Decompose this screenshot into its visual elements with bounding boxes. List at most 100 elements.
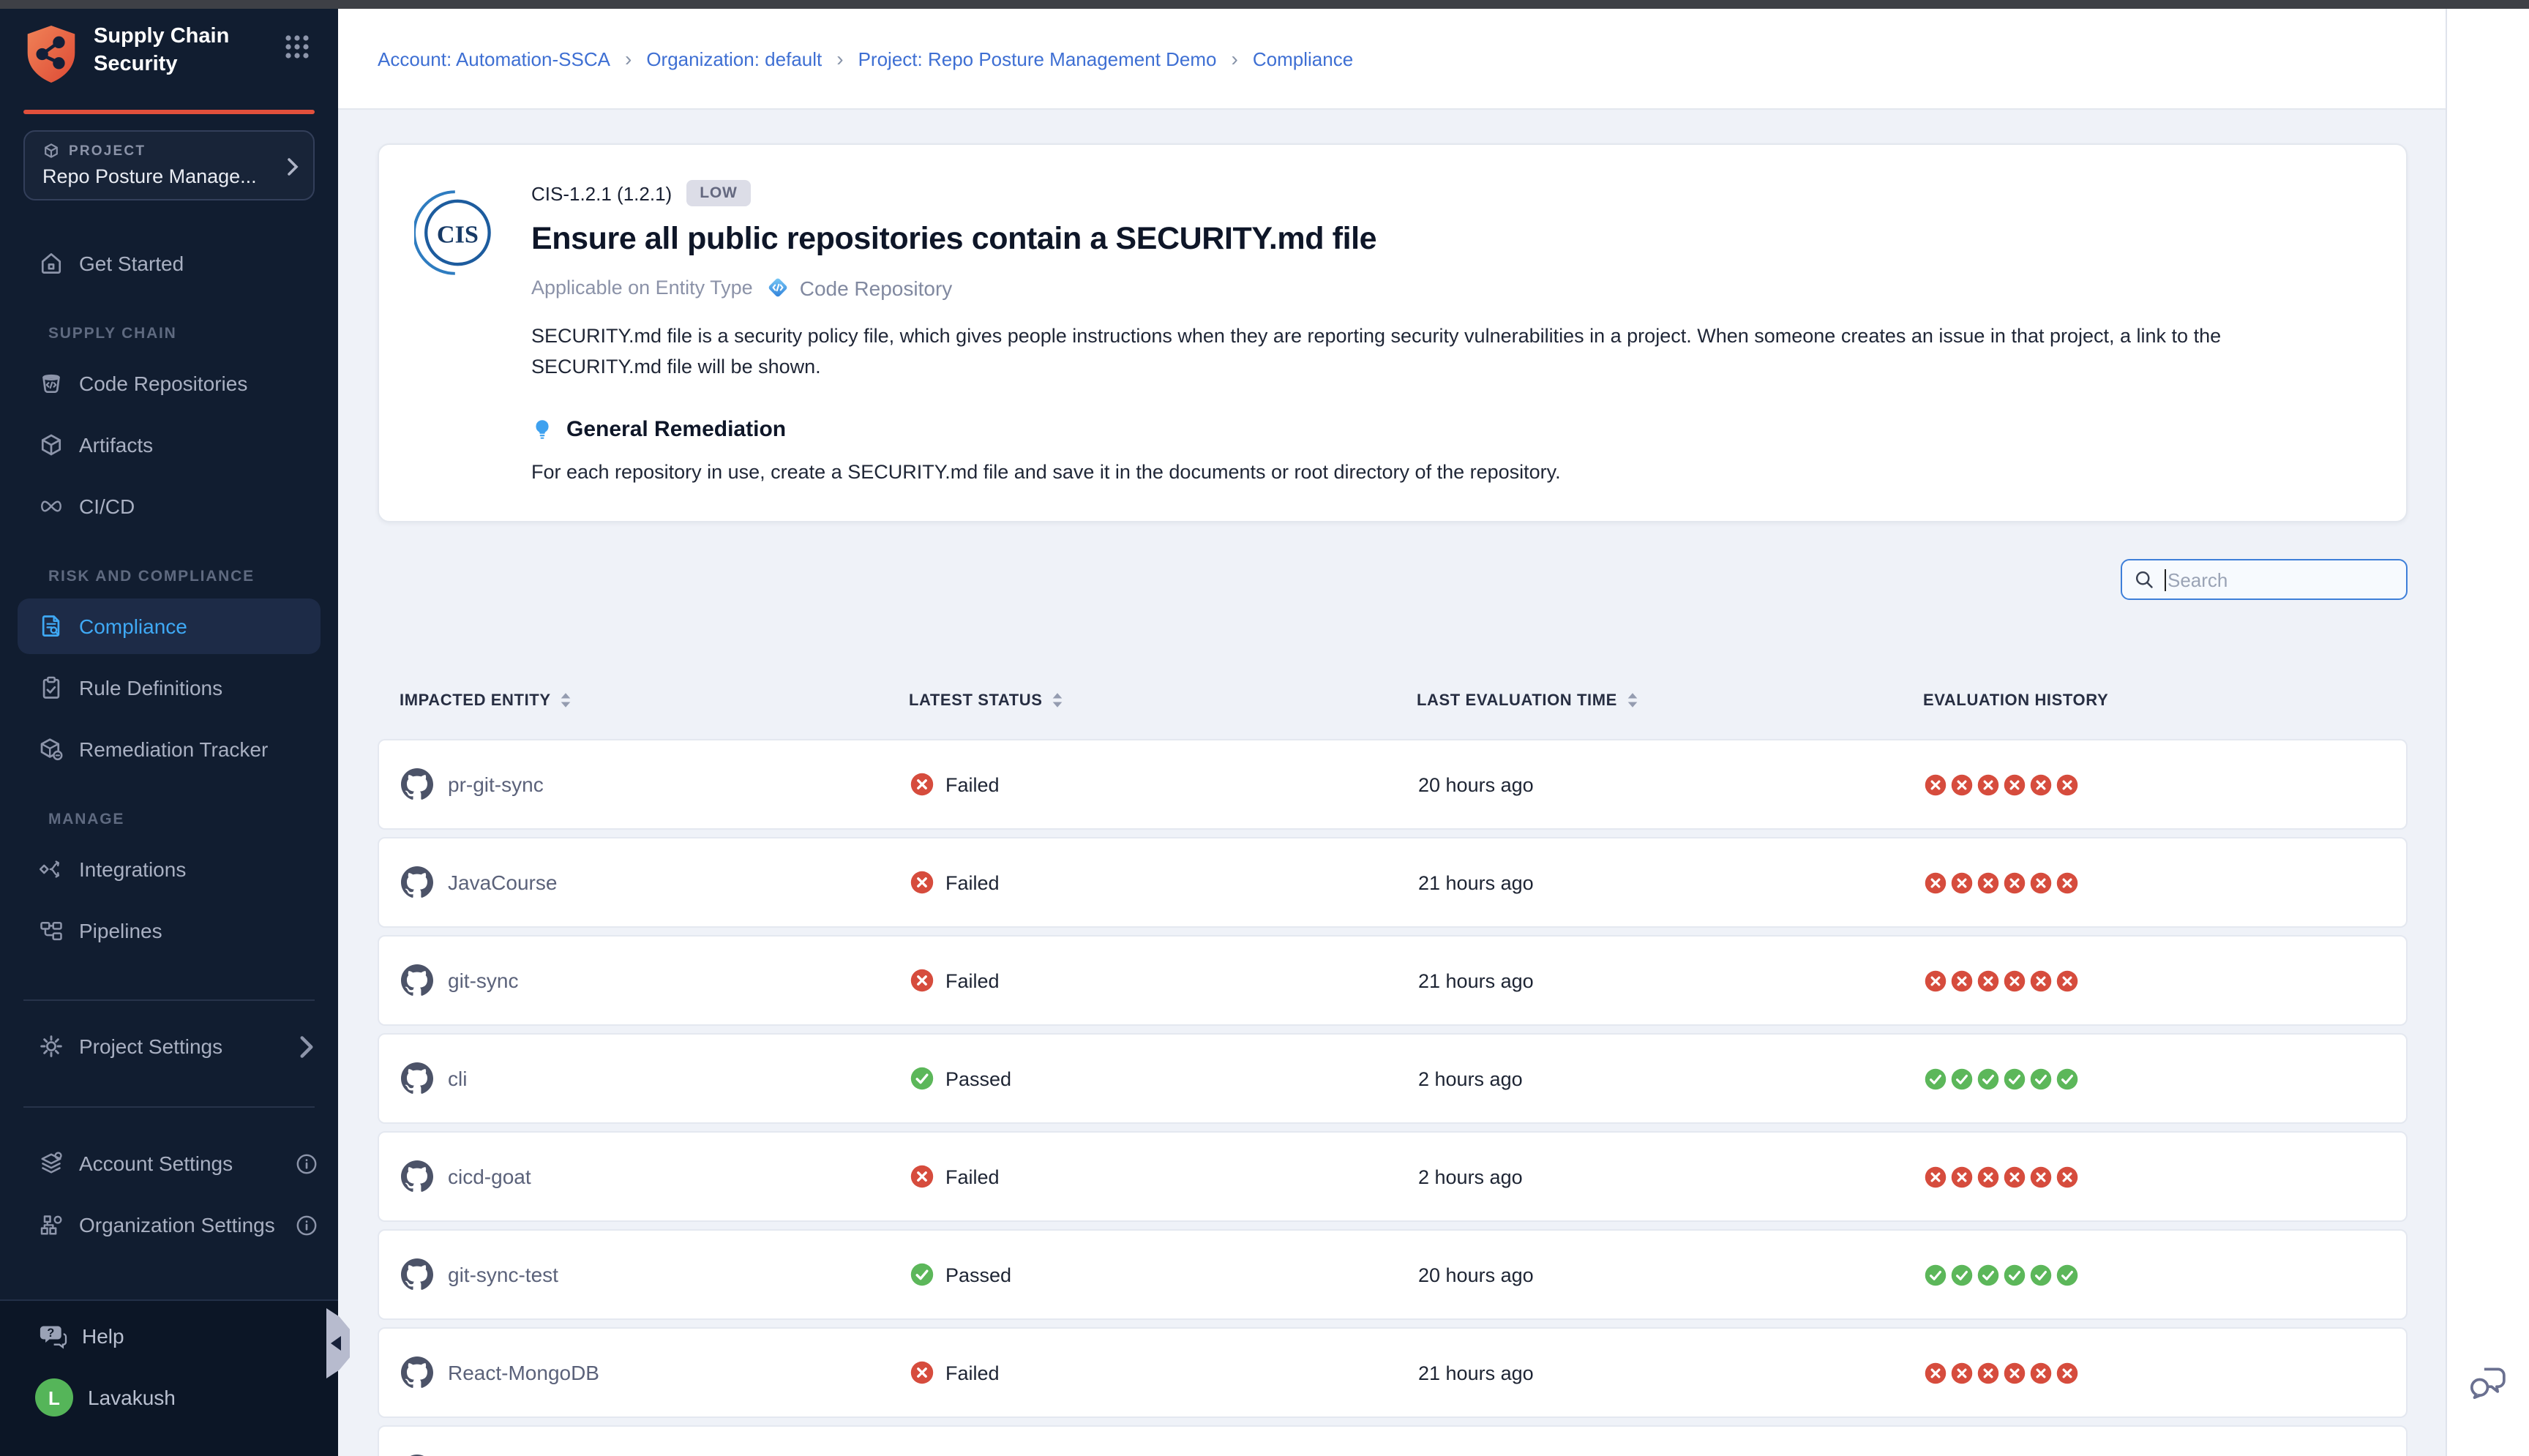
history-fail-icon [1925, 871, 1947, 893]
info-icon[interactable] [296, 1152, 318, 1174]
table-row[interactable]: Passed [378, 1425, 2408, 1456]
column-header-last-evaluation-time[interactable]: LAST EVALUATION TIME [1417, 691, 1923, 710]
cis-logo-text: CIS [437, 222, 479, 249]
status-cell: Failed [910, 871, 1418, 894]
history-fail-icon [2004, 969, 2026, 991]
column-header-impacted-entity[interactable]: IMPACTED ENTITY [400, 691, 909, 710]
app-grid-icon[interactable] [282, 32, 312, 61]
passed-icon [910, 1263, 934, 1286]
table-row[interactable]: cliPassed2 hours ago [378, 1033, 2408, 1124]
sidebar: Supply Chain Security [0, 0, 338, 1456]
project-name: Repo Posture Manage... [42, 165, 278, 187]
nav-section-label: MANAGE [0, 809, 338, 830]
github-icon [401, 964, 433, 997]
content-area: CIS CIS-1.2.1 (1.2.1) LOW Ensure all pub… [338, 110, 2447, 1456]
evaluation-time: 2 hours ago [1418, 1067, 1925, 1089]
table-row[interactable]: git-syncFailed21 hours ago [378, 935, 2408, 1026]
entity-name[interactable]: cicd-goat [448, 1165, 531, 1188]
history-pass-icon [2056, 1264, 2078, 1286]
history-pass-icon [1977, 1067, 1999, 1089]
history-fail-icon [1925, 1362, 1947, 1384]
github-icon [401, 1062, 433, 1095]
scrollbar-gutter[interactable] [2446, 9, 2529, 1456]
sidebar-item-label: Integrations [79, 858, 186, 881]
entity-name[interactable]: git-sync-test [448, 1263, 558, 1286]
entity-name[interactable]: React-MongoDB [448, 1361, 599, 1384]
feedback-chat-icon[interactable] [2468, 1364, 2507, 1400]
code-repository-diamond-icon [766, 275, 791, 300]
sidebar-item-artifacts[interactable]: Artifacts [0, 417, 338, 473]
sidebar-item-ci-cd[interactable]: CI/CD [0, 479, 338, 534]
column-header-label: LATEST STATUS [909, 691, 1043, 709]
table-row[interactable]: React-MongoDBFailed21 hours ago [378, 1327, 2408, 1418]
project-selector[interactable]: PROJECT Repo Posture Manage... [23, 130, 315, 200]
sidebar-item-account-settings[interactable]: Account Settings [0, 1136, 338, 1191]
project-cube-icon [42, 142, 60, 160]
table-row[interactable]: git-sync-testPassed20 hours ago [378, 1229, 2408, 1320]
sidebar-item-rule-definitions[interactable]: Rule Definitions [0, 660, 338, 716]
entity-name[interactable]: cli [448, 1067, 467, 1090]
sort-icon[interactable] [560, 691, 573, 710]
history-fail-icon [1951, 1166, 1973, 1187]
evaluation-history [1925, 773, 2406, 795]
sidebar-divider [23, 999, 315, 1001]
history-pass-icon [2004, 1264, 2026, 1286]
entity-cell: React-MongoDB [401, 1356, 910, 1389]
help-button[interactable]: ? Help [23, 1323, 315, 1349]
breadcrumb-link-organization[interactable]: Organization: default [646, 48, 822, 70]
status-label: Failed [945, 1166, 1000, 1187]
sort-icon[interactable] [1626, 691, 1639, 710]
sidebar-item-compliance[interactable]: Compliance [18, 598, 321, 654]
user-menu[interactable]: L Lavakush [23, 1378, 315, 1416]
sidebar-item-label: Get Started [79, 252, 184, 275]
entity-name[interactable]: JavaCourse [448, 871, 557, 894]
column-header-label: EVALUATION HISTORY [1923, 691, 2108, 709]
sidebar-item-project-settings[interactable]: Project Settings [0, 1018, 338, 1074]
table-row[interactable]: cicd-goatFailed2 hours ago [378, 1131, 2408, 1222]
sidebar-divider [23, 1106, 315, 1108]
history-fail-icon [1951, 871, 1973, 893]
sort-icon[interactable] [1052, 691, 1065, 710]
gear-icon [38, 1033, 64, 1059]
column-header-label: LAST EVALUATION TIME [1417, 691, 1617, 709]
history-fail-icon [2056, 1362, 2078, 1384]
chevron-right-icon [296, 1035, 318, 1057]
sidebar-item-remediation-tracker[interactable]: Remediation Tracker [0, 721, 338, 777]
passed-icon [910, 1067, 934, 1090]
sidebar-item-get-started[interactable]: Get Started [0, 236, 338, 291]
info-icon[interactable] [296, 1214, 318, 1236]
history-fail-icon [2030, 969, 2052, 991]
table-row[interactable]: pr-git-syncFailed20 hours ago [378, 739, 2408, 830]
sidebar-item-organization-settings[interactable]: Organization Settings [0, 1197, 338, 1253]
breadcrumb-link-project[interactable]: Project: Repo Posture Management Demo [858, 48, 1217, 70]
status-label: Failed [945, 969, 1000, 991]
app-title: Supply Chain Security [94, 23, 240, 78]
entity-name[interactable]: git-sync [448, 969, 518, 992]
entity-cell: JavaCourse [401, 866, 910, 898]
text-caret [2165, 568, 2166, 590]
repo-icon [38, 370, 64, 397]
sidebar-item-integrations[interactable]: Integrations [0, 841, 338, 897]
entity-name[interactable]: pr-git-sync [448, 773, 544, 796]
search-box[interactable] [2121, 559, 2408, 600]
table-row[interactable]: JavaCourse Failed21 hours ago [378, 837, 2408, 928]
entity-cell: git-sync-test [401, 1258, 910, 1291]
sidebar-item-code-repositories[interactable]: Code Repositories [0, 356, 338, 411]
breadcrumb-link-account[interactable]: Account: Automation-SSCA [378, 48, 610, 70]
doc-search-icon [38, 613, 64, 639]
project-label: PROJECT [69, 143, 146, 159]
history-fail-icon [1977, 1362, 1999, 1384]
sidebar-item-pipelines[interactable]: Pipelines [0, 903, 338, 958]
column-header-latest-status[interactable]: LATEST STATUS [909, 691, 1417, 710]
evaluation-time: 21 hours ago [1418, 871, 1925, 893]
help-chat-icon: ? [38, 1323, 67, 1349]
sidebar-item-label: Pipelines [79, 919, 162, 942]
breadcrumb-link-compliance[interactable]: Compliance [1253, 48, 1353, 70]
cis-logo: CIS [414, 189, 493, 277]
search-input[interactable] [2168, 568, 2394, 590]
sidebar-item-label: Compliance [79, 615, 187, 638]
remediation-text: For each repository in use, create a SEC… [531, 461, 2365, 483]
entity-type-chip: Code Repository [766, 275, 953, 300]
infinity-icon [38, 493, 64, 519]
cube-tag-icon [38, 736, 64, 762]
